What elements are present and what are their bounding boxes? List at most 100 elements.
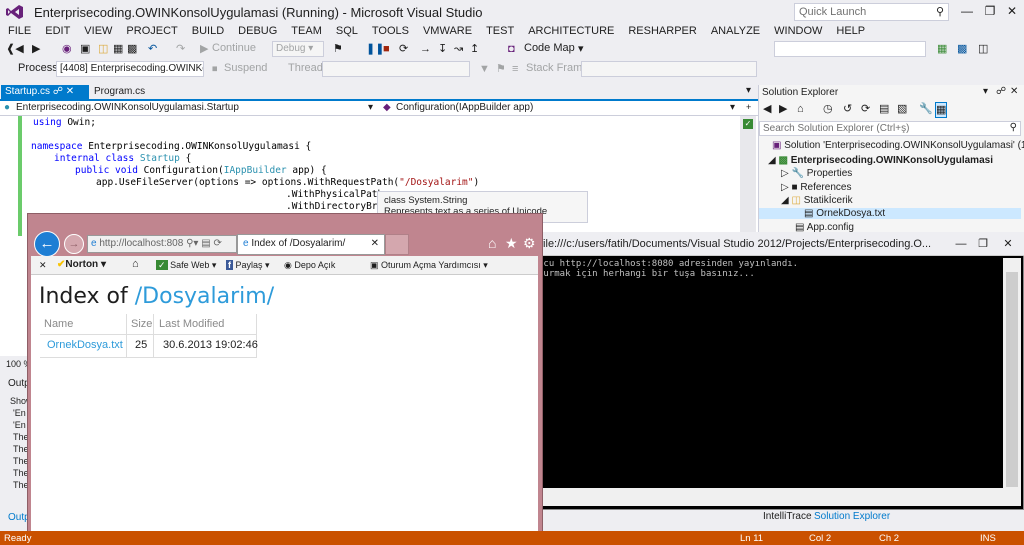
console-close-button[interactable]: ✕ (997, 235, 1019, 253)
pending-changes-icon[interactable]: ↺ (843, 102, 852, 116)
back-icon[interactable]: ◀ (763, 102, 771, 116)
close-button[interactable]: ✕ (1000, 2, 1024, 20)
collapse-arrow-icon[interactable]: ▷ (781, 168, 789, 179)
tab-close-icon[interactable]: ✕ (371, 238, 379, 249)
favbar-close-icon[interactable]: ✕ (39, 260, 47, 271)
panel-close-icon[interactable]: ✕ (1010, 86, 1018, 97)
member-dropdown-chevron-icon[interactable]: ▾ (730, 102, 735, 113)
menu-build[interactable]: BUILD (184, 24, 230, 40)
tree-item-project[interactable]: ◢ ▩ Enterprisecoding.OWINKonsolUygulamas… (768, 155, 993, 166)
code-map-icon[interactable]: ◘ (508, 42, 515, 56)
toolbar-overflow-icon[interactable]: ▾ (578, 42, 584, 56)
attach-icon[interactable]: ⚑ (333, 42, 343, 56)
tree-item-file-selected[interactable]: ▤ OrnekDosya.txt (759, 208, 1021, 219)
menu-test[interactable]: TEST (478, 24, 520, 40)
quick-launch-input[interactable]: Quick Launch ⚲ (794, 3, 949, 21)
split-icon[interactable]: + (746, 102, 751, 112)
login-assistant-button[interactable]: ▣ Oturum Açma Yardımcısı ▾ (370, 260, 488, 271)
properties-wrench-icon[interactable]: 🔧 (919, 102, 933, 116)
process-dropdown[interactable]: [4408] Enterprisecoding.OWINKon ▾ (56, 61, 204, 77)
toolbox-icon[interactable]: ▦ (937, 42, 947, 56)
pin-icon[interactable]: ☍ (53, 86, 63, 97)
tab-solution-explorer[interactable]: Solution Explorer (814, 511, 890, 522)
tree-item-solution[interactable]: ▣ Solution 'Enterprisecoding.OWINKonsolU… (772, 140, 1024, 151)
tree-item-properties[interactable]: ▷ 🔧 Properties (781, 168, 852, 179)
console-maximize-button[interactable]: ❐ (972, 235, 994, 253)
menu-edit[interactable]: EDIT (37, 24, 76, 40)
panel-dropdown-icon[interactable]: ▾ (983, 86, 988, 97)
console-scroll-thumb[interactable] (1006, 272, 1018, 487)
history-icon[interactable]: ◷ (823, 102, 833, 116)
console-minimize-button[interactable]: — (950, 235, 972, 253)
collapse-all-icon[interactable]: ▤ (879, 102, 889, 116)
type-dropdown[interactable]: Enterprisecoding.OWINKonsolUygulamasi.St… (16, 102, 239, 113)
solution-platform-dropdown[interactable] (774, 41, 926, 57)
continue-button[interactable]: Continue (212, 42, 256, 54)
member-dropdown[interactable]: Configuration(IAppBuilder app) (396, 102, 533, 113)
new-tab-button[interactable] (385, 234, 409, 255)
tab-intellitrace[interactable]: IntelliTrace (763, 511, 812, 522)
menu-view[interactable]: VIEW (76, 24, 118, 40)
menu-debug[interactable]: DEBUG (230, 24, 283, 40)
menu-architecture[interactable]: ARCHITECTURE (520, 24, 620, 40)
menu-help[interactable]: HELP (828, 24, 871, 40)
refresh-icon[interactable]: ⟳ (861, 102, 870, 116)
show-next-statement-icon[interactable]: → (420, 42, 431, 56)
thread-dropdown[interactable] (322, 61, 470, 77)
dropdown-icon[interactable]: ▾ (193, 238, 198, 249)
console-horizontal-scrollbar[interactable] (535, 488, 1021, 506)
menu-file[interactable]: FILE (0, 24, 37, 40)
maximize-button[interactable]: ❐ (978, 2, 1002, 20)
browser-forward-button[interactable]: → (64, 234, 84, 254)
tab-program-cs[interactable]: Program.cs (90, 85, 160, 99)
panel-pin-icon[interactable]: ☍ (996, 86, 1006, 97)
step-out-icon[interactable]: ↥ (470, 42, 479, 56)
new-project-icon[interactable]: ◉ (62, 42, 72, 56)
menu-project[interactable]: PROJECT (118, 24, 183, 40)
file-link[interactable]: OrnekDosya.txt (47, 339, 123, 351)
tab-dropdown-icon[interactable]: ▾ (746, 85, 751, 96)
open-folder-icon[interactable]: ◫ (98, 42, 108, 56)
suspend-button[interactable]: Suspend (224, 62, 267, 74)
norton-toolbar[interactable]: ✔Norton ▾ (57, 259, 106, 270)
solution-explorer-search-input[interactable]: Search Solution Explorer (Ctrl+ş) ⚲ (759, 121, 1021, 136)
expand-arrow-icon[interactable]: ◢ (768, 155, 776, 166)
compat-icon[interactable]: ▤ (201, 238, 210, 249)
show-all-files-icon[interactable]: ▧ (897, 102, 907, 116)
tab-close-icon[interactable]: ✕ (66, 86, 74, 97)
menu-team[interactable]: TEAM (283, 24, 328, 40)
home-icon[interactable]: ⌂ (488, 235, 496, 251)
add-item-icon[interactable]: ▣ (80, 42, 90, 56)
step-over-icon[interactable]: ↝ (454, 42, 463, 56)
forward-icon[interactable]: ▶ (32, 42, 40, 56)
tab-startup-cs[interactable]: Startup.cs ☍ ✕ (1, 85, 89, 99)
redo-icon[interactable]: ↷ (176, 42, 185, 56)
preview-selected-icon[interactable]: ▦ (935, 102, 948, 118)
back-icon[interactable]: ❰◀ (6, 42, 24, 56)
break-all-icon[interactable]: ❚❚ (366, 42, 384, 56)
browser-back-button[interactable]: ← (34, 231, 60, 257)
home-icon[interactable]: ⌂ (132, 258, 139, 270)
browser-tab[interactable]: e Index of /Dosyalarim/ ✕ (237, 234, 385, 255)
continue-icon[interactable]: ▶ (200, 42, 208, 56)
address-bar[interactable]: e http://localhost:808 ⚲▾ ▤ ⟳ (87, 235, 237, 253)
share-button[interactable]: f Paylaş ▾ (226, 260, 270, 271)
menu-sql[interactable]: SQL (328, 24, 364, 40)
flag-icon[interactable]: ⚑ (496, 62, 506, 76)
save-icon[interactable]: ▦ (113, 42, 123, 56)
code-map-button[interactable]: Code Map (524, 42, 575, 54)
tools-gear-icon[interactable]: ⚙ (523, 235, 536, 252)
minimize-button[interactable]: — (955, 2, 979, 20)
vault-button[interactable]: ◉ Depo Açık (284, 260, 335, 271)
type-dropdown-chevron-icon[interactable]: ▾ (368, 102, 373, 113)
suspend-icon[interactable]: ⏹ (212, 62, 218, 76)
server-explorer-icon[interactable]: ▩ (957, 42, 967, 56)
menu-window[interactable]: WINDOW (766, 24, 828, 40)
expand-arrow-icon[interactable]: ◢ (781, 195, 789, 206)
stack-frame-dropdown[interactable] (581, 61, 757, 77)
forward-icon[interactable]: ▶ (779, 102, 787, 116)
tree-item-folder[interactable]: ◢ ◫ Statikİcerik (781, 195, 853, 206)
menu-analyze[interactable]: ANALYZE (703, 24, 766, 40)
step-into-icon[interactable]: ↧ (438, 42, 447, 56)
tree-item-references[interactable]: ▷ ■ References (781, 182, 851, 193)
